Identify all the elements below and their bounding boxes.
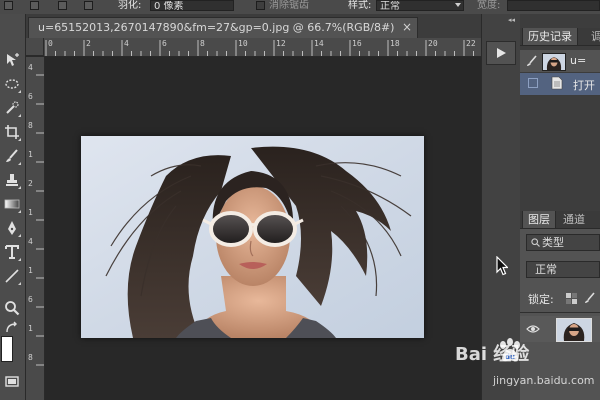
- ruler-label: 1: [28, 208, 33, 217]
- document-title: u=65152013,2670147890&fm=27&gp=0.jpg @ 6…: [38, 21, 395, 34]
- swap-colors-icon[interactable]: [2, 318, 22, 338]
- options-bar: 羽化: 0 像素 消除锯齿 样式: 正常 宽度:: [0, 0, 600, 15]
- ruler-label: 4: [124, 39, 129, 48]
- screen-mode-icon[interactable]: [2, 372, 22, 392]
- tab-adjust[interactable]: 调: [586, 28, 600, 45]
- ruler-label: 12: [276, 39, 286, 48]
- ruler-label: 6: [28, 295, 33, 304]
- ruler-label: 1: [28, 266, 33, 275]
- foreground-color-swatch[interactable]: [1, 336, 13, 362]
- antialias-checkbox[interactable]: [256, 1, 265, 10]
- history-panel-empty-area: [520, 96, 600, 208]
- ruler-label: 22: [466, 39, 476, 48]
- ruler-label: 1: [28, 324, 33, 333]
- pen-tool-icon[interactable]: [2, 218, 22, 238]
- layer-filter-select[interactable]: 类型: [526, 234, 600, 251]
- tab-layers[interactable]: 图层: [522, 211, 556, 228]
- history-brush-icon: [527, 55, 537, 66]
- feather-input[interactable]: 0 像素: [150, 0, 234, 11]
- ruler-vertical: 4 6 8 1 2 1 4 1 6 1 8: [26, 57, 45, 400]
- baidu-watermark: du Bai 经验 jingyan.baidu.com: [455, 334, 600, 400]
- ruler-label: 0: [48, 39, 53, 48]
- ruler-label: 16: [352, 39, 362, 48]
- ruler-label: 18: [390, 39, 400, 48]
- ruler-label: 8: [28, 121, 33, 130]
- history-snapshot-row[interactable]: u=: [520, 50, 600, 73]
- antialias-label: 消除锯齿: [269, 0, 309, 11]
- ruler-label: 8: [200, 39, 205, 48]
- tab-channels[interactable]: 通道: [558, 211, 590, 228]
- history-state-checkbox[interactable]: [528, 78, 538, 88]
- move-tool-icon[interactable]: [2, 50, 22, 70]
- close-icon[interactable]: ×: [402, 21, 412, 33]
- selection-mode-intersect-icon[interactable]: [84, 1, 93, 10]
- tools-panel: [0, 14, 26, 400]
- ruler-label: 14: [314, 39, 324, 48]
- style-label: 样式:: [348, 0, 372, 11]
- blend-mode-label: 正常: [535, 263, 557, 276]
- ruler-vertical-ticks: [36, 74, 44, 366]
- ruler-label: 2: [86, 39, 91, 48]
- gradient-tool-icon[interactable]: [2, 194, 22, 214]
- document-image[interactable]: [81, 136, 424, 338]
- ruler-label: 1: [28, 150, 33, 159]
- watermark-url: jingyan.baidu.com: [493, 374, 595, 387]
- style-select[interactable]: 正常: [376, 0, 464, 11]
- lock-pixels-icon[interactable]: [584, 292, 596, 304]
- mouse-cursor-icon: [496, 256, 508, 276]
- quick-select-tool-icon[interactable]: [2, 98, 22, 118]
- clone-stamp-tool-icon[interactable]: [2, 170, 22, 190]
- brush-tool-icon[interactable]: [2, 146, 22, 166]
- document-icon: [551, 76, 563, 90]
- ruler-label: 4: [28, 63, 33, 72]
- width-input[interactable]: [507, 0, 600, 11]
- type-tool-icon[interactable]: [2, 242, 22, 262]
- history-snapshot-label: u=: [570, 54, 587, 67]
- blend-mode-select[interactable]: 正常: [526, 261, 600, 278]
- history-snapshot-thumbnail: [542, 53, 566, 71]
- play-icon: [497, 48, 506, 58]
- ruler-label: 2: [28, 179, 33, 188]
- selection-mode-subtract-icon[interactable]: [58, 1, 67, 10]
- layer-filter-label: 类型: [542, 236, 564, 249]
- lock-label: 锁定:: [528, 293, 554, 306]
- history-panel-tabs: 历史记录 调: [520, 28, 600, 46]
- crop-tool-icon[interactable]: [2, 122, 22, 142]
- actions-panel-button[interactable]: [486, 41, 516, 65]
- zoom-tool-icon[interactable]: [2, 298, 22, 318]
- history-item-open[interactable]: 打开: [520, 73, 600, 96]
- ruler-label: 20: [428, 39, 438, 48]
- ruler-horizontal: 0 2 4 6 8 10 12 14 16 18 20 22: [26, 38, 481, 57]
- marquee-tool-icon[interactable]: [2, 74, 22, 94]
- ruler-label: 4: [28, 237, 33, 246]
- ruler-label: 6: [162, 39, 167, 48]
- document-tab-strip: u=65152013,2670147890&fm=27&gp=0.jpg @ 6…: [26, 14, 481, 38]
- history-item-label: 打开: [573, 79, 595, 92]
- watermark-brand: Bai 经验: [455, 344, 530, 365]
- tab-history[interactable]: 历史记录: [522, 28, 578, 45]
- chevron-down-icon: [455, 3, 461, 7]
- document-tab[interactable]: u=65152013,2670147890&fm=27&gp=0.jpg @ 6…: [28, 17, 418, 38]
- ruler-label: 6: [28, 92, 33, 101]
- ruler-label: 8: [28, 353, 33, 362]
- portrait-photo: [81, 136, 424, 338]
- ruler-label: 10: [238, 39, 248, 48]
- ruler-horizontal-ticks: [45, 40, 474, 56]
- feather-label: 羽化:: [118, 0, 142, 11]
- divider: [520, 312, 600, 313]
- ruler-origin[interactable]: [26, 38, 44, 56]
- lock-transparency-icon[interactable]: [566, 293, 577, 304]
- width-label: 宽度:: [477, 0, 501, 11]
- layers-panel-tabs: 图层 通道: [520, 211, 600, 229]
- line-tool-icon[interactable]: [2, 266, 22, 286]
- search-icon: [531, 238, 540, 247]
- selection-mode-new-icon[interactable]: [4, 1, 13, 10]
- eye-visibility-icon[interactable]: [526, 324, 540, 334]
- selection-mode-add-icon[interactable]: [30, 1, 39, 10]
- collapse-panels-icon[interactable]: ◂◂: [508, 16, 515, 24]
